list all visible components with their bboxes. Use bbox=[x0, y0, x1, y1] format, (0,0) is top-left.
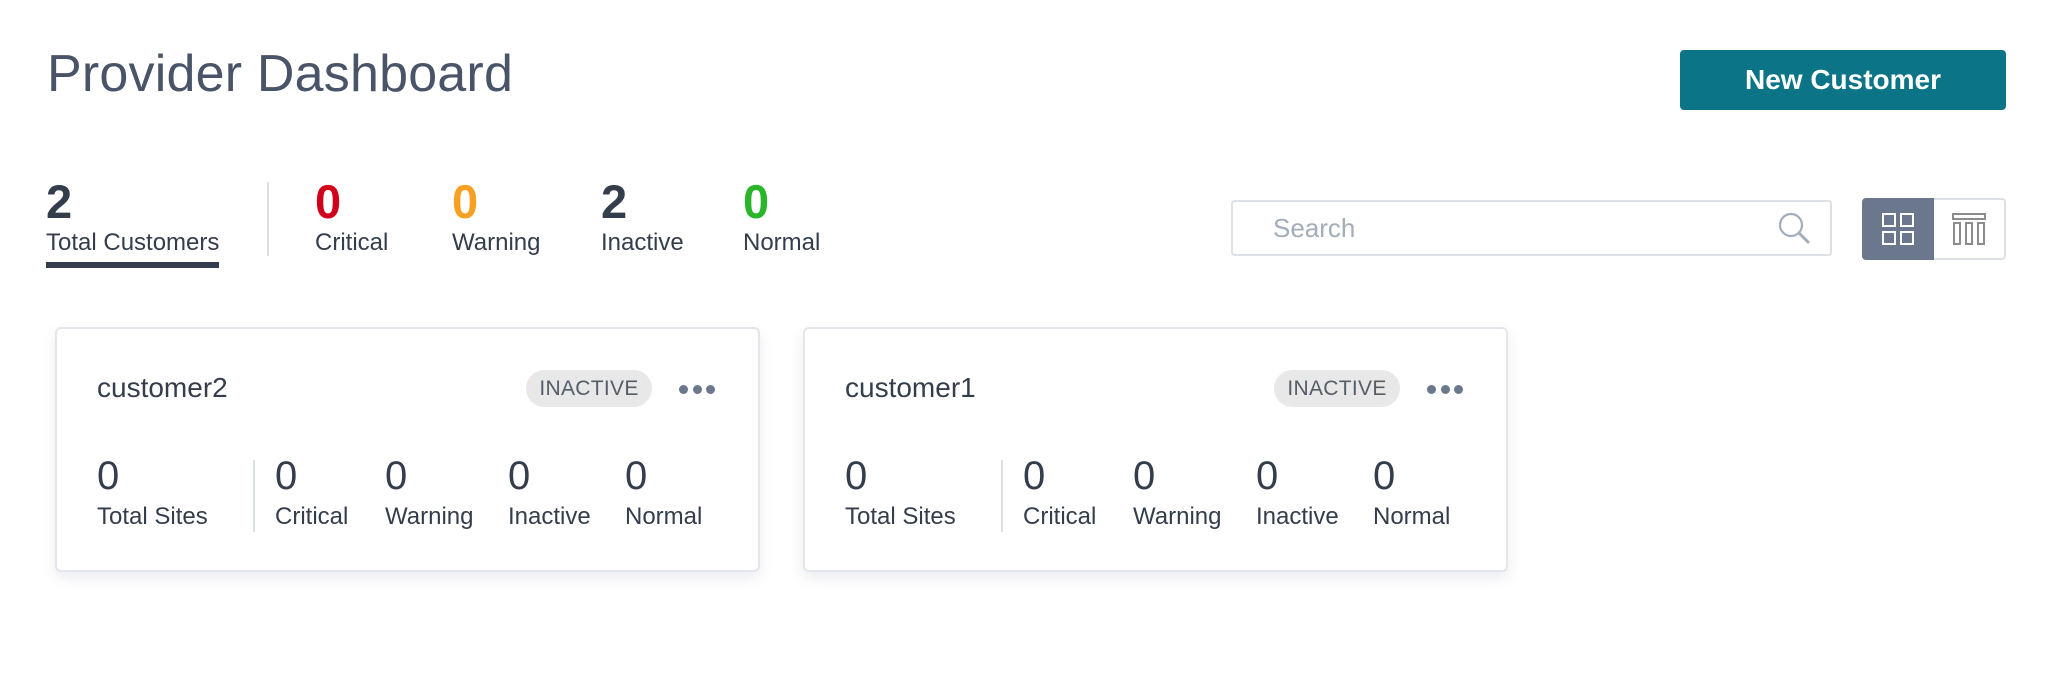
page-title: Provider Dashboard bbox=[47, 45, 514, 103]
card-stat-inactive: 0 Inactive bbox=[1256, 456, 1339, 532]
summary-warning[interactable]: 0 Warning bbox=[452, 175, 541, 258]
summary-normal[interactable]: 0 Normal bbox=[743, 175, 821, 258]
card-stat-label: Critical bbox=[275, 503, 349, 530]
card-stat-value: 0 bbox=[1256, 454, 1279, 498]
summary-inactive[interactable]: 2 Inactive bbox=[601, 175, 684, 258]
customer-name[interactable]: customer2 bbox=[97, 371, 228, 405]
new-customer-button[interactable]: New Customer bbox=[1680, 50, 2006, 110]
table-view-button[interactable] bbox=[1934, 198, 2006, 260]
card-stat-value: 0 bbox=[1133, 454, 1156, 498]
card-stat-label: Critical bbox=[1023, 503, 1097, 530]
card-stat-normal: 0 Normal bbox=[1373, 456, 1450, 532]
grid-view-icon bbox=[1882, 213, 1914, 245]
search-box bbox=[1231, 200, 1832, 256]
summary-inactive-value: 2 bbox=[601, 175, 628, 228]
card-stat-normal: 0 Normal bbox=[625, 456, 702, 532]
card-stat-label: Total Sites bbox=[97, 503, 208, 530]
card-stat-label: Warning bbox=[385, 503, 474, 530]
card-stat-divider bbox=[1001, 460, 1003, 532]
card-stat-warning: 0 Warning bbox=[385, 456, 473, 532]
card-stat-label: Warning bbox=[1133, 503, 1222, 530]
card-stat-total-sites: 0 Total Sites bbox=[97, 456, 208, 532]
card-stat-value: 0 bbox=[845, 454, 868, 498]
customer-card[interactable]: customer1 INACTIVE 0 Total Sites 0 Criti… bbox=[803, 327, 1508, 572]
card-stat-divider bbox=[253, 460, 255, 532]
summary-total-value: 2 bbox=[46, 175, 73, 228]
customer-name[interactable]: customer1 bbox=[845, 371, 976, 405]
provider-dashboard-page: Provider Dashboard New Customer 2 Total … bbox=[0, 0, 2050, 690]
summary-total-customers[interactable]: 2 Total Customers bbox=[46, 175, 220, 268]
summary-divider bbox=[267, 182, 269, 256]
summary-normal-label: Normal bbox=[743, 229, 821, 256]
summary-total-label: Total Customers bbox=[46, 229, 220, 256]
card-stat-label: Total Sites bbox=[845, 503, 956, 530]
card-stat-label: Normal bbox=[1373, 503, 1451, 530]
card-stat-critical: 0 Critical bbox=[1023, 456, 1096, 532]
summary-inactive-label: Inactive bbox=[601, 229, 684, 256]
card-stat-inactive: 0 Inactive bbox=[508, 456, 591, 532]
summary-normal-value: 0 bbox=[743, 175, 770, 228]
card-stat-value: 0 bbox=[97, 454, 120, 498]
summary-warning-label: Warning bbox=[452, 229, 541, 256]
search-input[interactable] bbox=[1233, 202, 1776, 254]
card-stat-warning: 0 Warning bbox=[1133, 456, 1221, 532]
grid-view-button[interactable] bbox=[1862, 198, 1934, 260]
card-stat-total-sites: 0 Total Sites bbox=[845, 456, 956, 532]
more-icon[interactable] bbox=[677, 377, 717, 401]
card-stat-label: Inactive bbox=[508, 503, 591, 530]
status-badge: INACTIVE bbox=[526, 370, 652, 407]
summary-critical-value: 0 bbox=[315, 175, 342, 228]
table-view-icon bbox=[1952, 213, 1986, 245]
summary-critical[interactable]: 0 Critical bbox=[315, 175, 389, 258]
card-stat-value: 0 bbox=[275, 454, 298, 498]
card-stat-value: 0 bbox=[1373, 454, 1396, 498]
summary-warning-value: 0 bbox=[452, 175, 479, 228]
card-stat-label: Normal bbox=[625, 503, 703, 530]
status-badge: INACTIVE bbox=[1274, 370, 1400, 407]
summary-critical-label: Critical bbox=[315, 229, 389, 256]
customer-card[interactable]: customer2 INACTIVE 0 Total Sites 0 Criti… bbox=[55, 327, 760, 572]
card-stat-label: Inactive bbox=[1256, 503, 1339, 530]
view-toggle bbox=[1862, 198, 2006, 260]
search-icon[interactable] bbox=[1776, 210, 1812, 246]
card-stat-value: 0 bbox=[625, 454, 648, 498]
card-stat-value: 0 bbox=[385, 454, 408, 498]
card-stat-critical: 0 Critical bbox=[275, 456, 348, 532]
card-stat-value: 0 bbox=[508, 454, 531, 498]
active-tab-underline bbox=[46, 262, 220, 268]
more-icon[interactable] bbox=[1425, 377, 1465, 401]
card-stat-value: 0 bbox=[1023, 454, 1046, 498]
